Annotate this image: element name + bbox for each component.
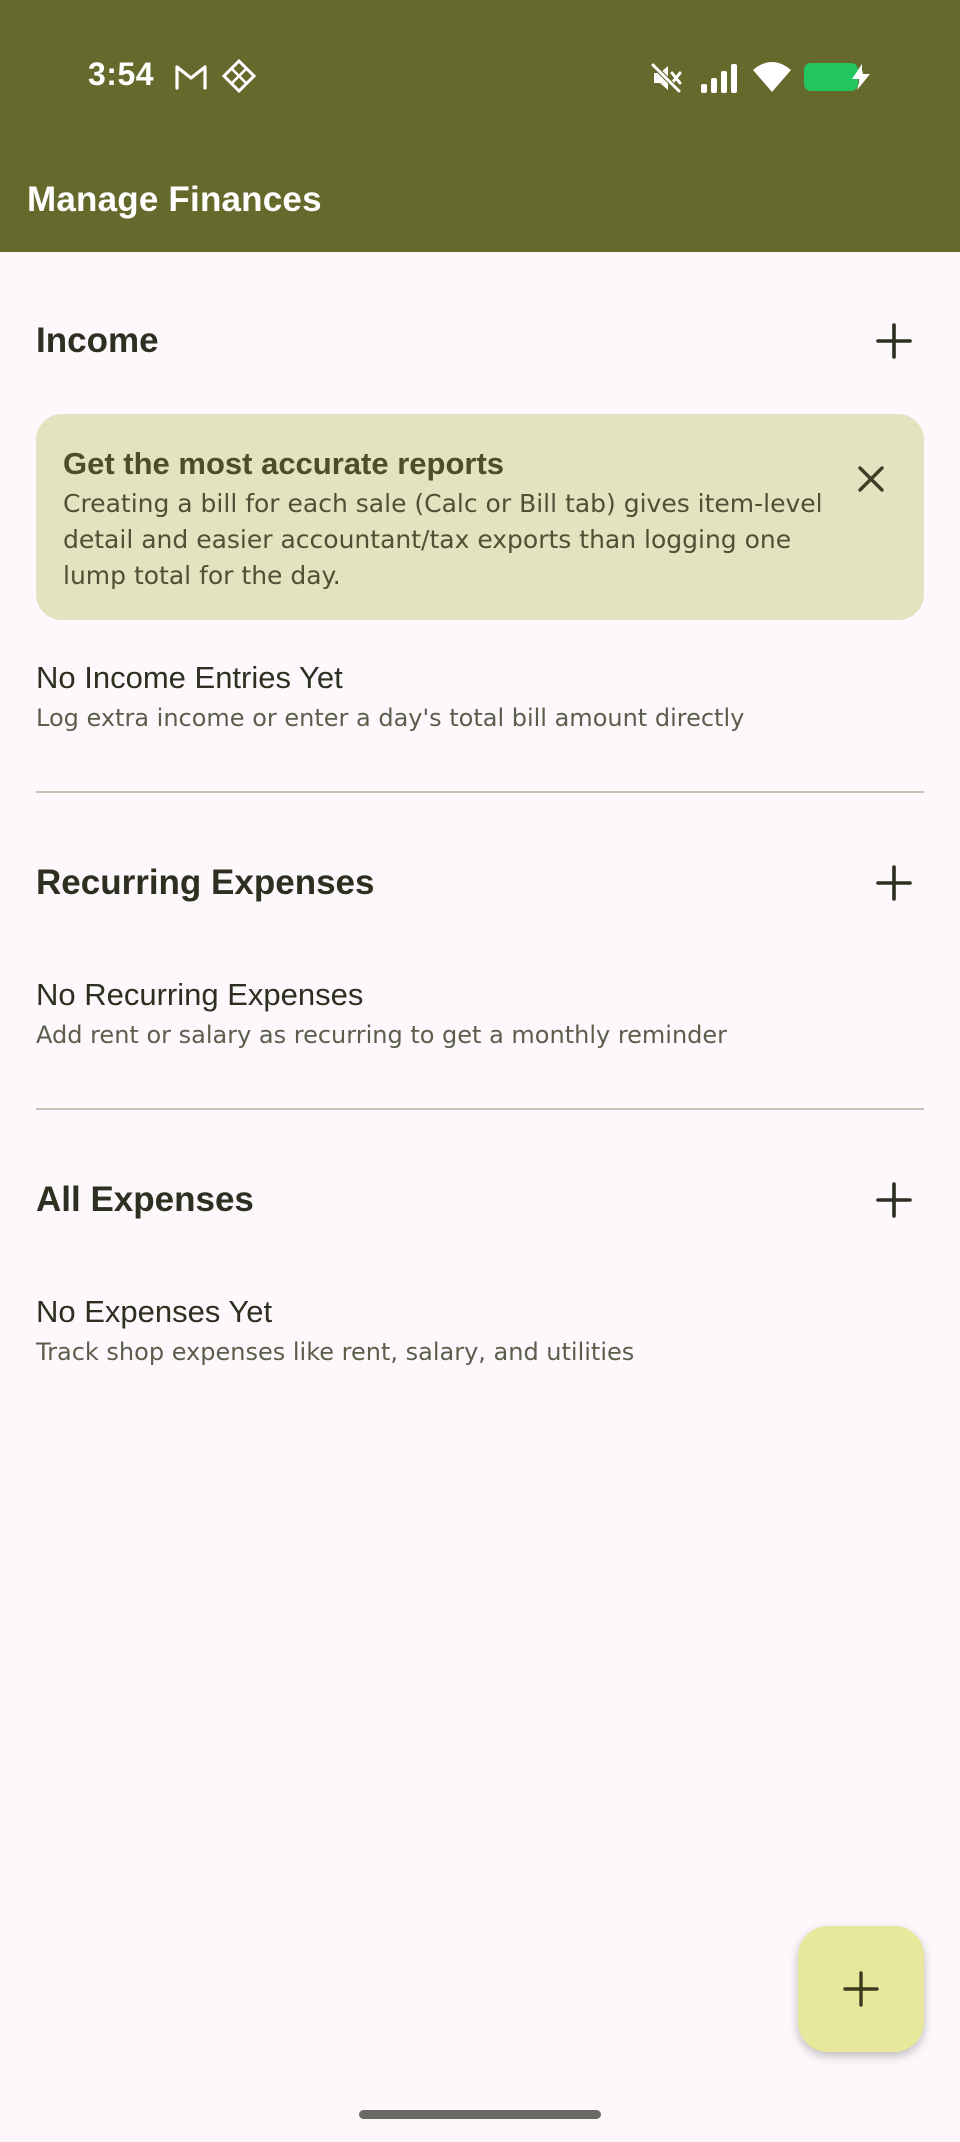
income-empty-title: No Income Entries Yet [36,660,343,695]
income-section-header: Income [36,311,924,371]
mute-icon [650,62,682,94]
add-fab-button[interactable] [798,1926,924,2052]
tip-title: Get the most accurate reports [63,446,505,481]
add-recurring-expense-button[interactable] [864,853,924,913]
expenses-empty-subtitle: Track shop expenses like rent, salary, a… [36,1338,635,1366]
app-header: 3:54 Manage Finances [0,0,960,252]
recurring-empty-title: No Recurring Expenses [36,977,364,1012]
close-icon [858,466,884,492]
status-time: 3:54 [88,56,155,92]
wifi-icon [753,62,791,92]
recurring-empty-state: No Recurring Expenses Add rent or salary… [36,975,924,1053]
plus-icon [876,1182,912,1218]
recurring-section-header: Recurring Expenses [36,853,924,913]
add-income-button[interactable] [864,311,924,371]
tip-body: Creating a bill for each sale (Calc or B… [63,489,823,590]
battery-charging-icon [804,63,870,91]
income-empty-state: No Income Entries Yet Log extra income o… [36,658,924,736]
expenses-section-header: All Expenses [36,1170,924,1230]
income-section-title: Income [36,321,159,360]
section-divider [36,1108,924,1110]
add-expense-button[interactable] [864,1170,924,1230]
section-divider [36,791,924,793]
income-empty-subtitle: Log extra income or enter a day's total … [36,704,745,732]
expenses-empty-title: No Expenses Yet [36,1294,273,1329]
plus-icon [876,323,912,359]
gmail-icon [175,65,207,90]
recurring-empty-subtitle: Add rent or salary as recurring to get a… [36,1021,728,1049]
page-title: Manage Finances [27,180,322,219]
home-indicator[interactable] [359,2110,601,2119]
tip-close-button[interactable] [848,456,894,502]
signal-icon [701,64,737,93]
accurate-reports-tip-card: Get the most accurate reports Creating a… [36,414,924,620]
expenses-section-title: All Expenses [36,1180,254,1219]
plus-icon [843,1971,879,2007]
status-bar: 3:54 [0,0,960,154]
diamond-grid-icon [222,59,256,93]
expenses-empty-state: No Expenses Yet Track shop expenses like… [36,1292,924,1370]
plus-icon [876,865,912,901]
recurring-section-title: Recurring Expenses [36,863,375,902]
